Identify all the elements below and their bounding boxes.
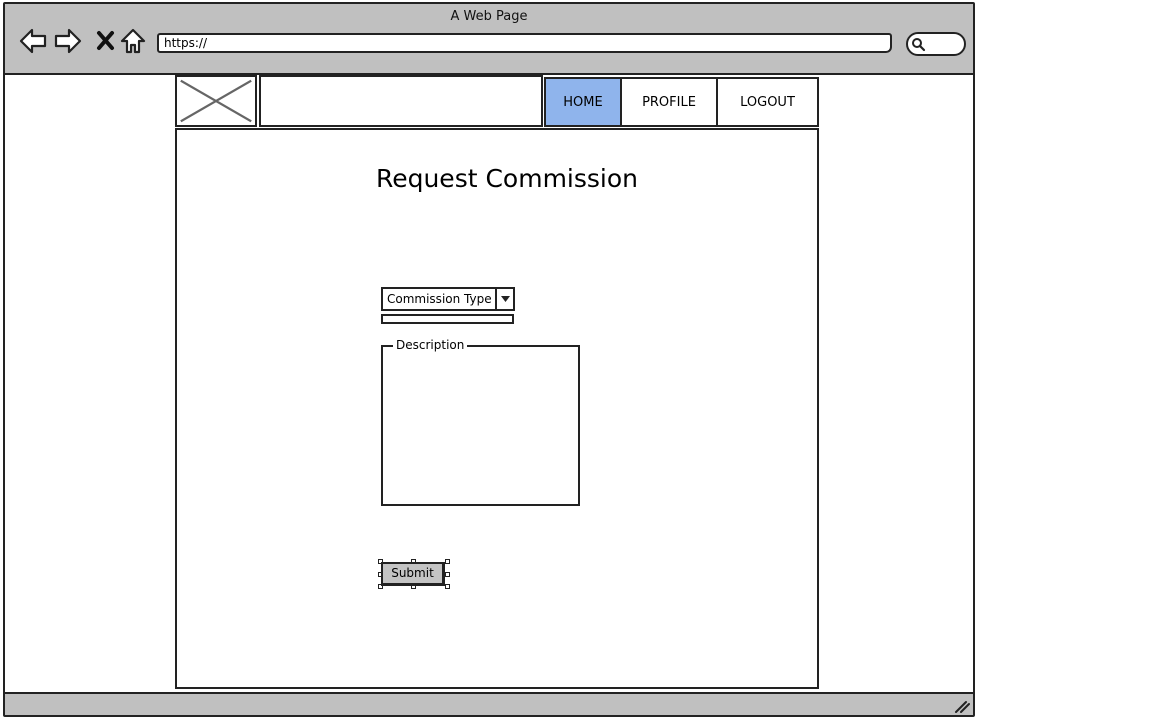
page-title: Request Commission — [375, 164, 639, 193]
back-arrow-icon[interactable] — [18, 26, 48, 56]
submit-button[interactable]: Submit — [381, 562, 445, 586]
browser-window: A Web Page https:// HOME PROFILE LOGOUT … — [3, 2, 975, 717]
tab-logout[interactable]: LOGOUT — [718, 79, 817, 125]
commission-type-select[interactable]: Commission Type — [381, 287, 515, 311]
image-placeholder-icon — [180, 79, 252, 123]
selection-handle — [445, 584, 450, 589]
status-bar — [5, 692, 973, 715]
home-icon[interactable] — [118, 26, 148, 56]
selection-handle — [445, 559, 450, 564]
main-nav: HOME PROFILE LOGOUT — [544, 77, 819, 127]
close-icon[interactable] — [91, 26, 121, 56]
browser-toolbar: A Web Page https:// — [5, 4, 973, 75]
url-input[interactable]: https:// — [157, 33, 892, 53]
main-content: Request Commission Commission Type Descr… — [175, 128, 819, 689]
description-field[interactable]: Description — [381, 337, 580, 506]
search-field[interactable] — [906, 32, 966, 56]
commission-type-value: Commission Type — [387, 292, 492, 306]
search-icon — [912, 38, 926, 52]
commission-type-list[interactable] — [381, 314, 514, 324]
dropdown-button[interactable] — [495, 289, 513, 309]
description-label: Description — [393, 337, 468, 353]
logo-placeholder — [175, 75, 257, 127]
header-banner — [259, 75, 543, 127]
resize-grip-icon[interactable] — [954, 699, 970, 713]
window-title: A Web Page — [450, 9, 528, 24]
tab-home[interactable]: HOME — [546, 79, 622, 125]
forward-arrow-icon[interactable] — [53, 26, 83, 56]
tab-profile[interactable]: PROFILE — [622, 79, 718, 125]
submit-selection: Submit — [378, 559, 450, 589]
chevron-down-icon — [500, 296, 510, 302]
selection-handle — [445, 572, 450, 577]
